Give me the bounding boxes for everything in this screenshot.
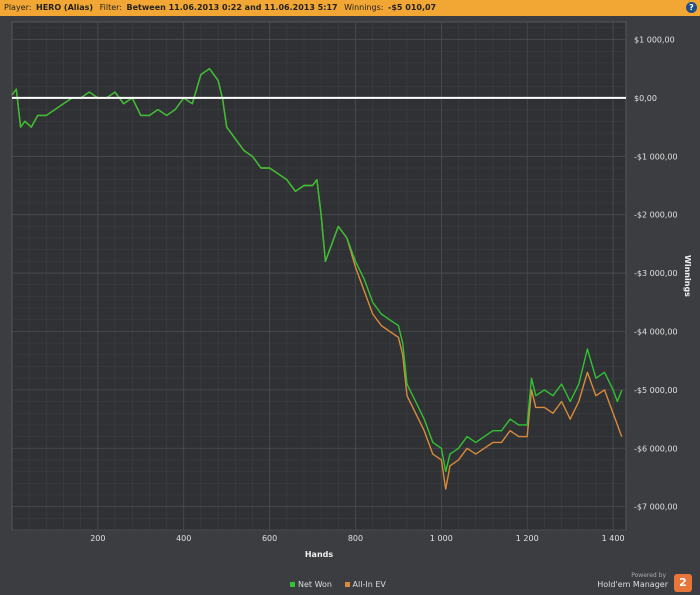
y-tick-label: $0,00 xyxy=(634,94,657,103)
y-tick-label: -$7 000,00 xyxy=(634,503,678,512)
y-axis-label: Winnings xyxy=(683,255,692,297)
brand-name: Hold'em Manager xyxy=(597,580,668,589)
legend-item-all-in-ev[interactable]: All-In EV xyxy=(344,580,386,589)
x-tick-label: 600 xyxy=(262,534,277,543)
y-tick-label: -$6 000,00 xyxy=(634,444,678,453)
x-tick-label: 400 xyxy=(176,534,191,543)
x-tick-label: 200 xyxy=(90,534,105,543)
x-tick-label: 1 000 xyxy=(430,534,453,543)
legend-label-all-in-ev: All-In EV xyxy=(352,580,386,589)
powered-by-text: Powered by xyxy=(631,572,666,579)
legend-label-net-won: Net Won xyxy=(298,580,332,589)
winnings-chart: $1 000,00 $0,00 -$1 000,00 -$2 000,00 -$3 00… xyxy=(11,21,692,559)
legend-swatch-net-won xyxy=(290,582,295,587)
y-tick-label: -$5 000,00 xyxy=(634,386,678,395)
x-axis-label: Hands xyxy=(305,550,334,559)
hem2-logo-icon: 2 xyxy=(674,574,692,592)
y-tick-label: $1 000,00 xyxy=(634,36,675,45)
x-tick-label: 800 xyxy=(348,534,363,543)
x-tick-label: 1 200 xyxy=(516,534,539,543)
legend-item-net-won[interactable]: Net Won xyxy=(290,580,332,589)
x-tick-label: 1 400 xyxy=(602,534,625,543)
legend-swatch-all-in-ev xyxy=(344,582,350,587)
chart-legend: Net Won All-In EV xyxy=(290,580,396,589)
y-tick-label: -$1 000,00 xyxy=(634,152,678,161)
y-tick-label: -$2 000,00 xyxy=(634,211,678,220)
y-tick-label: -$4 000,00 xyxy=(634,327,678,336)
y-tick-label: -$3 000,00 xyxy=(634,269,678,278)
